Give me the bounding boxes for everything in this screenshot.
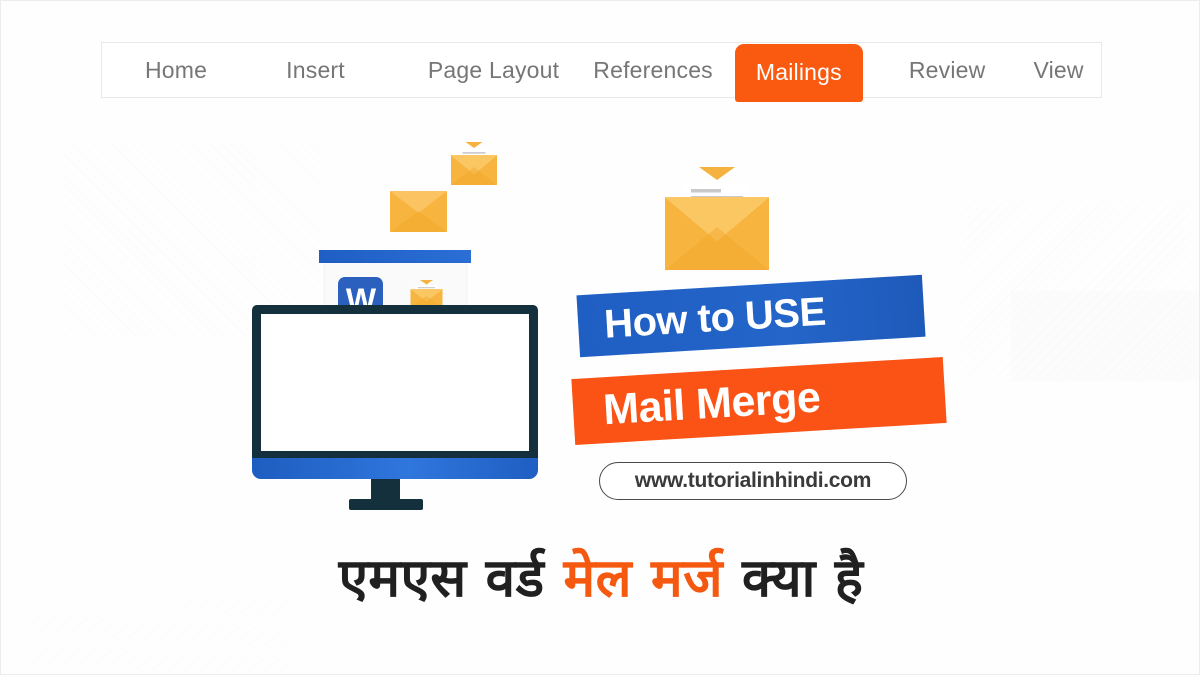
- monitor-base: [252, 458, 538, 479]
- tab-home[interactable]: Home: [143, 57, 209, 84]
- document-top-bar: [319, 250, 471, 263]
- tab-view[interactable]: View: [1031, 57, 1085, 84]
- monitor-bezel: [252, 305, 538, 458]
- open-envelope-small-top-icon: [449, 142, 499, 186]
- desktop-monitor-illustration: W: [252, 250, 538, 516]
- monitor-stand-foot: [349, 499, 423, 510]
- tab-review[interactable]: Review: [907, 57, 988, 84]
- title-banner-line1: How to USE: [576, 274, 926, 358]
- background-decoration-right: [961, 201, 1191, 381]
- background-decoration-bottom: [31, 601, 291, 674]
- banner-canvas: Home Insert Page Layout References Maili…: [0, 0, 1200, 675]
- word-ribbon-tab-bar: Home Insert Page Layout References Maili…: [101, 42, 1102, 101]
- title-banner-line2-text: Mail Merge: [601, 372, 822, 434]
- closed-envelope-icon: [390, 191, 447, 232]
- monitor-screen: [261, 314, 529, 451]
- website-url-badge[interactable]: www.tutorialinhindi.com: [599, 462, 907, 500]
- background-decoration-right-2: [1011, 291, 1199, 381]
- open-envelope-large-icon: [661, 167, 773, 272]
- title-banner-line2: Mail Merge: [571, 357, 947, 445]
- tab-insert[interactable]: Insert: [284, 57, 347, 84]
- hindi-headline-part2: क्या है: [723, 548, 864, 609]
- hindi-headline-highlight: मेल मर्ज: [563, 548, 724, 609]
- website-url-text: www.tutorialinhindi.com: [634, 469, 872, 492]
- tab-references[interactable]: References: [591, 57, 715, 84]
- hindi-headline-part1: एमएस वर्ड: [338, 548, 564, 609]
- tab-page-layout[interactable]: Page Layout: [426, 57, 561, 84]
- monitor-stand-neck: [371, 479, 400, 499]
- title-banner-line1-text: How to USE: [602, 289, 827, 347]
- hindi-headline: एमएस वर्ड मेल मर्ज क्या है: [1, 539, 1199, 612]
- tab-mailings[interactable]: Mailings: [734, 44, 863, 101]
- open-envelope-small-icon: [409, 280, 444, 308]
